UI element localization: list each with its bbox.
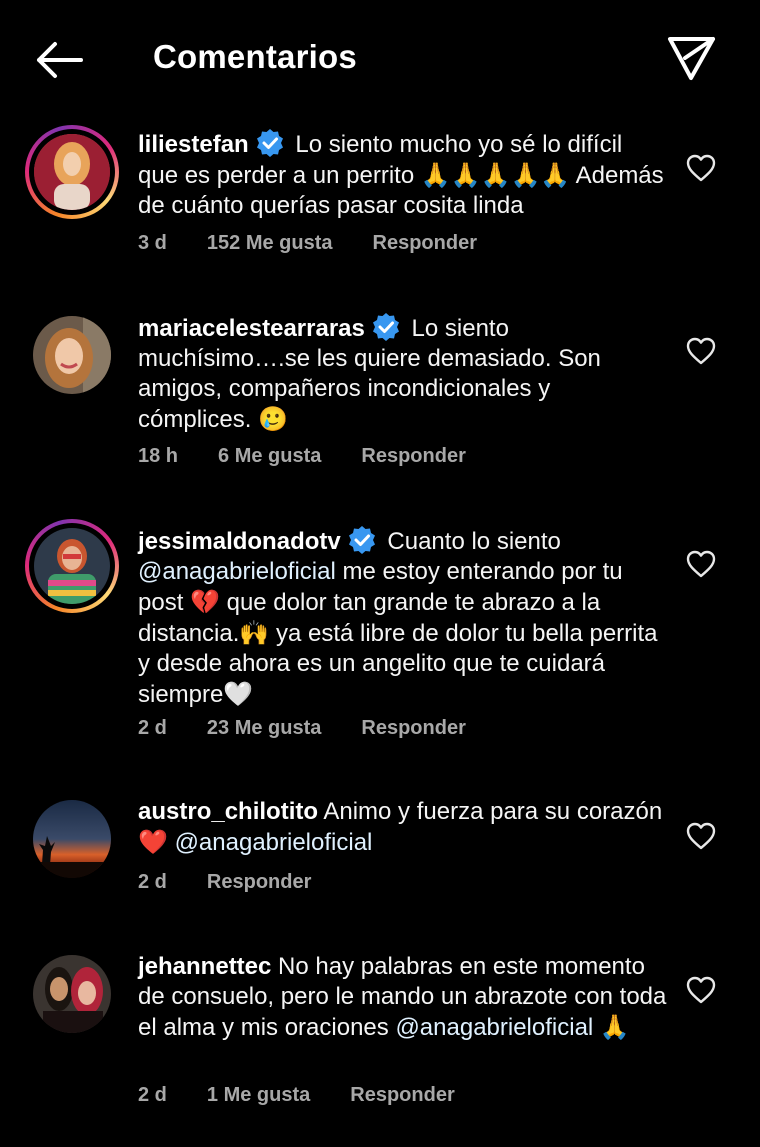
comment-body: liliestefan Lo siento mucho yo sé lo dif… — [138, 128, 668, 221]
share-button[interactable] — [664, 30, 720, 86]
reply-button[interactable]: Responder — [361, 717, 465, 739]
emoji: 🙏 — [599, 1013, 630, 1041]
emoji: 🙌 — [239, 619, 270, 647]
avatar — [33, 955, 111, 1033]
emoji: 🥲 — [258, 405, 288, 433]
comment-time[interactable]: 2 d — [138, 1084, 167, 1106]
page-title: Comentarios — [153, 38, 357, 75]
comment-meta: 2 d 23 Me gusta Responder — [138, 717, 506, 740]
comment-text: Animo y fuerza para su corazón — [318, 798, 663, 825]
avatar-story-ring[interactable] — [25, 519, 119, 613]
comment-username[interactable]: austro_chilotito — [138, 798, 318, 825]
mention-link[interactable]: @anagabrieloficial — [395, 1014, 593, 1041]
like-count[interactable]: 152 Me gusta — [207, 232, 333, 254]
comment-text: Cuanto lo siento — [387, 528, 561, 555]
header-bar: Comentarios — [0, 0, 760, 116]
comment-body: jehannettec No hay palabras en este mome… — [138, 952, 668, 1043]
reply-button[interactable]: Responder — [373, 232, 477, 254]
avatar — [33, 800, 111, 878]
comment-username[interactable]: jehannettec — [138, 953, 271, 980]
emoji: ❤️ — [138, 828, 168, 856]
verified-badge-icon — [372, 313, 399, 341]
like-count[interactable]: 6 Me gusta — [218, 445, 321, 467]
avatar-image — [33, 800, 111, 878]
emoji: 🤍 — [223, 680, 254, 708]
verified-badge-icon — [348, 526, 375, 554]
comment-time[interactable]: 18 h — [138, 445, 178, 467]
avatar — [33, 316, 111, 394]
reply-button[interactable]: Responder — [361, 445, 465, 467]
mention-link[interactable]: @anagabrieloficial — [138, 558, 336, 585]
like-count[interactable]: 1 Me gusta — [207, 1084, 310, 1106]
comment-username[interactable]: mariacelestearraras — [138, 315, 365, 342]
avatar-image — [33, 955, 111, 1033]
avatar-image — [34, 134, 110, 210]
comment-username[interactable]: jessimaldonadotv — [138, 528, 341, 555]
avatar-container[interactable] — [33, 316, 111, 394]
comment-meta: 18 h 6 Me gusta Responder — [138, 445, 506, 468]
like-count[interactable]: 23 Me gusta — [207, 717, 321, 739]
comment-meta: 3 d 152 Me gusta Responder — [138, 232, 517, 255]
comment-username[interactable]: liliestefan — [138, 131, 249, 158]
comment-meta: 2 d 1 Me gusta Responder — [138, 1084, 495, 1107]
emoji: 🙏🙏🙏🙏🙏 — [420, 161, 571, 189]
verified-badge-icon — [256, 129, 283, 157]
comment-time[interactable]: 2 d — [138, 717, 167, 739]
comment-meta: 2 d Responder — [138, 871, 351, 894]
comment-body: austro_chilotito Animo y fuerza para su … — [138, 797, 668, 858]
send-icon — [668, 37, 715, 80]
reply-button[interactable]: Responder — [207, 871, 311, 893]
comment-body: jessimaldonadotv Cuanto lo siento @anaga… — [138, 525, 668, 710]
avatar — [34, 528, 110, 604]
back-button[interactable] — [30, 36, 86, 84]
avatar-image — [34, 528, 110, 604]
heart-icon[interactable] — [686, 550, 716, 578]
comment-body: mariacelestearraras Lo siento muchísimo…… — [138, 312, 668, 435]
heart-icon[interactable] — [686, 154, 716, 182]
avatar-container[interactable] — [33, 955, 111, 1033]
reply-button[interactable]: Responder — [350, 1084, 454, 1106]
avatar-image — [33, 316, 111, 394]
heart-icon[interactable] — [686, 822, 716, 850]
avatar-container[interactable] — [33, 800, 111, 878]
avatar-story-ring[interactable] — [25, 125, 119, 219]
back-arrow-icon — [37, 42, 83, 78]
heart-icon[interactable] — [686, 337, 716, 365]
comment-time[interactable]: 2 d — [138, 871, 167, 893]
mention-link[interactable]: @anagabrieloficial — [175, 829, 373, 856]
comment-time[interactable]: 3 d — [138, 232, 167, 254]
avatar — [34, 134, 110, 210]
emoji: 💔 — [190, 588, 220, 616]
heart-icon[interactable] — [686, 976, 716, 1004]
